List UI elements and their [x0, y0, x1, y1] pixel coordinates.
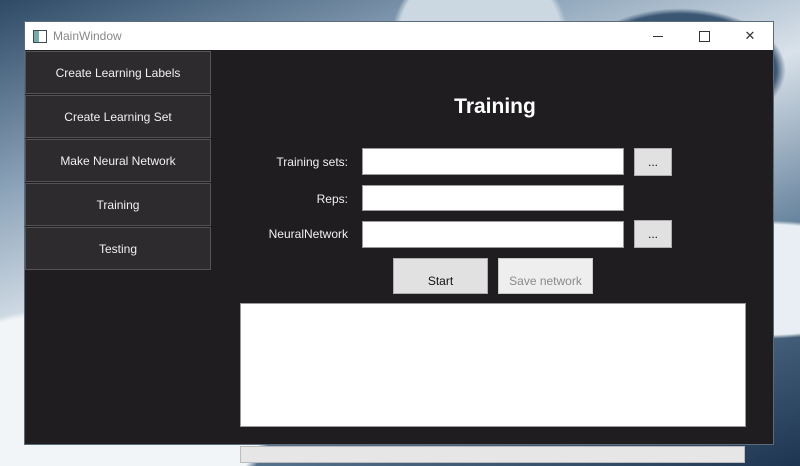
sidebar-item-create-learning-labels[interactable]: Create Learning Labels [25, 51, 211, 94]
browse-neural-network-button[interactable]: ... [634, 220, 672, 248]
neural-network-input[interactable] [362, 221, 624, 248]
sidebar-item-testing[interactable]: Testing [25, 227, 211, 270]
save-network-button[interactable]: Save network [498, 258, 593, 294]
neural-network-label: NeuralNetwork [268, 227, 348, 241]
window-title: MainWindow [53, 29, 122, 43]
maximize-icon [698, 30, 710, 42]
app-window-icon [33, 29, 47, 43]
browse-training-sets-button[interactable]: ... [634, 148, 672, 176]
minimize-button[interactable] [635, 22, 681, 50]
minimize-icon [653, 35, 663, 37]
page-title: Training [454, 95, 536, 118]
maximize-button[interactable] [681, 22, 727, 50]
close-button[interactable]: ✕ [727, 22, 773, 50]
start-button[interactable]: Start [393, 258, 488, 294]
training-progress-bar [240, 446, 745, 463]
sidebar: Create Learning Labels Create Learning S… [25, 51, 212, 271]
main-window: MainWindow ✕ Create Learning Labels Crea… [25, 22, 773, 463]
sidebar-item-training[interactable]: Training [25, 183, 211, 226]
window-content: Create Learning Labels Create Learning S… [25, 50, 773, 463]
reps-label: Reps: [316, 192, 348, 206]
window-controls: ✕ [635, 22, 773, 50]
training-sets-input[interactable] [362, 148, 624, 175]
training-log-textarea[interactable] [240, 303, 746, 427]
close-icon: ✕ [744, 28, 756, 44]
sidebar-item-make-neural-network[interactable]: Make Neural Network [25, 139, 211, 182]
sidebar-item-create-learning-set[interactable]: Create Learning Set [25, 95, 211, 138]
reps-input[interactable] [362, 185, 624, 211]
title-bar[interactable]: MainWindow ✕ [25, 22, 773, 50]
training-sets-label: Training sets: [276, 155, 348, 169]
